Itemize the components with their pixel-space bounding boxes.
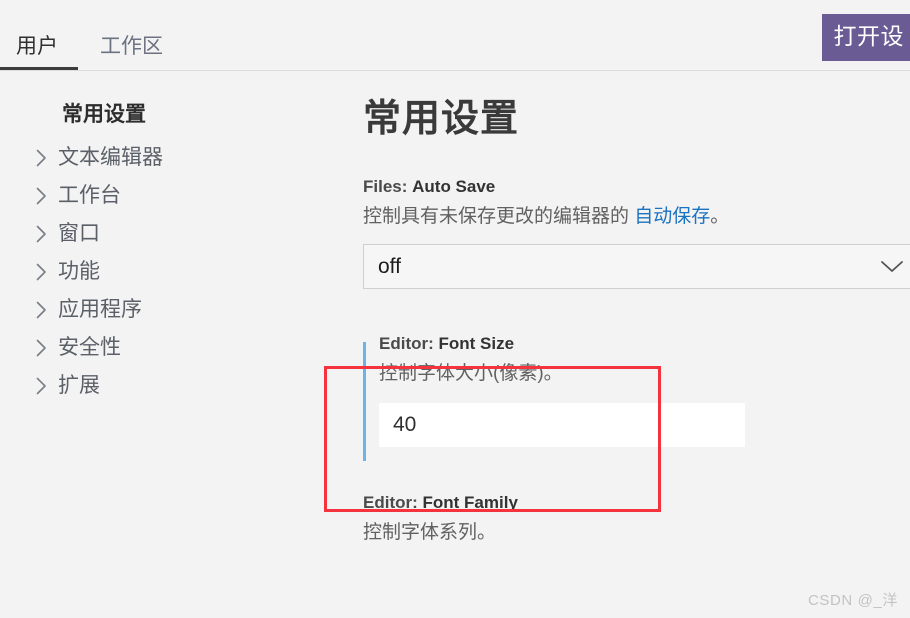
description-text-before: 控制具有未保存更改的编辑器的 [363,205,635,227]
tab-user[interactable]: 用户 [0,36,78,70]
sidebar-item-extensions[interactable]: 扩展 [0,367,340,405]
sidebar-item-workbench[interactable]: 工作台 [0,177,340,215]
auto-save-select-value: off [378,255,401,279]
auto-save-select[interactable]: off [363,244,910,290]
sidebar-item-application[interactable]: 应用程序 [0,291,340,329]
page-title: 常用设置 [363,98,520,140]
setting-name: Auto Save [412,176,496,196]
sidebar-item-window[interactable]: 窗口 [0,215,340,253]
sidebar-item-label: 工作台 [58,184,121,207]
sidebar-item-security[interactable]: 安全性 [0,329,340,367]
chevron-right-icon [36,377,58,395]
sidebar-item-label: 安全性 [58,336,121,359]
settings-content: 常用设置 Files: Auto Save 控制具有未保存更改的编辑器的 自动保… [340,71,910,618]
tab-workspace-label: 工作区 [100,35,163,58]
setting-description: 控制字体系列。 [363,521,497,543]
chevron-down-icon [880,260,904,274]
setting-editor-font-size: Editor: Font Size 控制字体大小(像素)。 [363,335,910,462]
sidebar-item-label: 扩展 [58,374,100,397]
setting-category: Editor: [363,492,423,512]
description-text-after: 。 [710,205,730,227]
chevron-right-icon [36,301,58,319]
setting-description: 控制字体大小(像素)。 [379,363,563,385]
watermark: CSDN @_洋 [807,592,898,609]
sidebar-item-label: 文本编辑器 [58,146,163,169]
open-settings-button[interactable]: 打开设 [821,14,910,61]
chevron-right-icon [36,187,58,205]
font-size-input[interactable] [379,402,745,447]
chevron-right-icon [36,225,58,243]
setting-category: Editor: [379,334,439,354]
setting-category: Files: [363,176,413,196]
setting-title: Editor: Font Size [379,335,910,352]
settings-sidebar: 常用设置 文本编辑器 工作台 窗口 功能 应用程序 安全性 扩展 [0,71,340,618]
chevron-right-icon [36,339,58,357]
tab-bar: 用户 工作区 打开设 [0,0,910,71]
tab-workspace[interactable]: 工作区 [78,36,185,70]
setting-name: Font Family [422,492,518,512]
sidebar-item-features[interactable]: 功能 [0,253,340,291]
setting-name: Font Size [438,334,515,354]
setting-files-auto-save: Files: Auto Save 控制具有未保存更改的编辑器的 自动保存。 of… [363,178,910,290]
tab-list: 用户 工作区 [0,36,185,70]
setting-title: Files: Auto Save [363,178,910,195]
chevron-right-icon [36,149,58,167]
sidebar-item-label: 应用程序 [58,298,142,321]
chevron-right-icon [36,263,58,281]
sidebar-item-label: 窗口 [58,222,100,245]
setting-title: Editor: Font Family [363,494,910,511]
setting-description: 控制具有未保存更改的编辑器的 自动保存。 [363,204,910,230]
tab-user-label: 用户 [16,35,58,58]
modified-setting-indicator [363,342,366,462]
auto-save-link[interactable]: 自动保存 [634,206,710,227]
sidebar-item-text-editor[interactable]: 文本编辑器 [0,139,340,177]
sidebar-item-label: 功能 [58,260,100,283]
sidebar-header: 常用设置 [62,103,146,126]
setting-editor-font-family: Editor: Font Family 控制字体系列。 [363,494,910,546]
